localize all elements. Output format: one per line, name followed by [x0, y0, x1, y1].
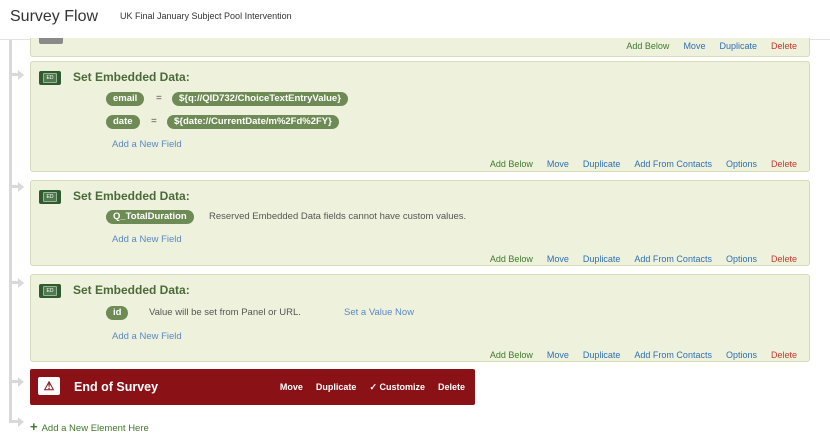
flow-arrow-icon	[9, 70, 24, 80]
add-new-field-link[interactable]: Add a New Field	[112, 234, 182, 245]
flow-arrow-icon	[9, 278, 24, 288]
embedded-data-icon: ED	[39, 190, 61, 204]
block-title: Set Embedded Data:	[73, 283, 190, 297]
block-actions: Add Below Move Duplicate Add From Contac…	[490, 159, 797, 169]
block-actions: Add Below Move Duplicate Delete	[626, 41, 797, 51]
page-title: Survey Flow	[10, 8, 99, 25]
move-button[interactable]: Move	[547, 254, 569, 264]
flow-arrow-icon	[9, 182, 24, 192]
partial-flow-block: Add Below Move Duplicate Delete	[30, 38, 810, 57]
delete-button[interactable]: Delete	[771, 41, 797, 51]
reserved-field-note: Reserved Embedded Data fields cannot hav…	[209, 211, 467, 222]
field-name-pill[interactable]: date	[106, 115, 140, 129]
field-value-pill[interactable]: ${q://QID732/ChoiceTextEntryValue}	[172, 92, 348, 106]
end-of-survey-title: End of Survey	[74, 380, 159, 394]
survey-name: UK Final January Subject Pool Interventi…	[120, 11, 292, 21]
embedded-data-icon: ED	[39, 71, 61, 85]
delete-button[interactable]: Delete	[771, 350, 797, 360]
field-value-pill[interactable]: ${date://CurrentDate/m%2Fd%2FY}	[167, 115, 339, 129]
move-button[interactable]: Move	[280, 382, 303, 393]
end-of-survey-block: ⚠ End of Survey Move Duplicate ✓ Customi…	[30, 369, 475, 405]
end-block-actions: Move Duplicate ✓ Customize Delete	[280, 382, 465, 393]
add-below-button[interactable]: Add Below	[490, 159, 533, 169]
add-from-contacts-button[interactable]: Add From Contacts	[634, 350, 712, 360]
survey-flow-header: Survey Flow UK Final January Subject Poo…	[0, 0, 830, 40]
options-button[interactable]: Options	[726, 159, 757, 169]
delete-button[interactable]: Delete	[438, 382, 465, 393]
block-tab	[39, 38, 63, 44]
move-button[interactable]: Move	[547, 350, 569, 360]
delete-button[interactable]: Delete	[771, 159, 797, 169]
add-below-button[interactable]: Add Below	[490, 254, 533, 264]
field-name-pill[interactable]: id	[106, 306, 129, 320]
flow-arrow-icon	[9, 417, 24, 427]
embedded-data-icon: ED	[39, 284, 61, 298]
duplicate-button[interactable]: Duplicate	[316, 382, 357, 393]
move-button[interactable]: Move	[547, 159, 569, 169]
block-title: Set Embedded Data:	[73, 189, 190, 203]
duplicate-button[interactable]: Duplicate	[719, 41, 757, 51]
warning-icon: ⚠	[38, 377, 60, 395]
customize-button[interactable]: ✓ Customize	[369, 382, 425, 393]
add-element-label: Add a New Element Here	[41, 423, 149, 434]
field-name-pill[interactable]: email	[106, 92, 145, 106]
options-button[interactable]: Options	[726, 350, 757, 360]
block-title: Set Embedded Data:	[73, 70, 190, 84]
equals-sign: =	[151, 116, 157, 127]
add-new-field-link[interactable]: Add a New Field	[112, 331, 182, 342]
duplicate-button[interactable]: Duplicate	[583, 159, 621, 169]
panel-url-note: Value will be set from Panel or URL.	[149, 307, 301, 318]
set-value-now-link[interactable]: Set a Value Now	[344, 307, 414, 318]
field-name-pill[interactable]: Q_TotalDuration	[106, 210, 194, 224]
duplicate-button[interactable]: Duplicate	[583, 350, 621, 360]
delete-button[interactable]: Delete	[771, 254, 797, 264]
add-from-contacts-button[interactable]: Add From Contacts	[634, 159, 712, 169]
plus-icon: +	[30, 419, 38, 434]
options-button[interactable]: Options	[726, 254, 757, 264]
add-from-contacts-button[interactable]: Add From Contacts	[634, 254, 712, 264]
block-actions: Add Below Move Duplicate Add From Contac…	[490, 350, 797, 360]
block-actions: Add Below Move Duplicate Add From Contac…	[490, 254, 797, 264]
flow-connector-line	[9, 40, 12, 423]
embedded-data-block: ED Set Embedded Data: Q_TotalDuration Re…	[30, 180, 810, 266]
embedded-data-block: ED Set Embedded Data: email = ${q://QID7…	[30, 61, 810, 172]
move-button[interactable]: Move	[683, 41, 705, 51]
embedded-data-block: ED Set Embedded Data: id Value will be s…	[30, 274, 810, 362]
add-below-button[interactable]: Add Below	[626, 41, 669, 51]
add-new-element-button[interactable]: + Add a New Element Here	[30, 419, 149, 434]
equals-sign: =	[156, 93, 162, 104]
add-below-button[interactable]: Add Below	[490, 350, 533, 360]
duplicate-button[interactable]: Duplicate	[583, 254, 621, 264]
add-new-field-link[interactable]: Add a New Field	[112, 139, 182, 150]
flow-arrow-icon	[9, 377, 24, 387]
